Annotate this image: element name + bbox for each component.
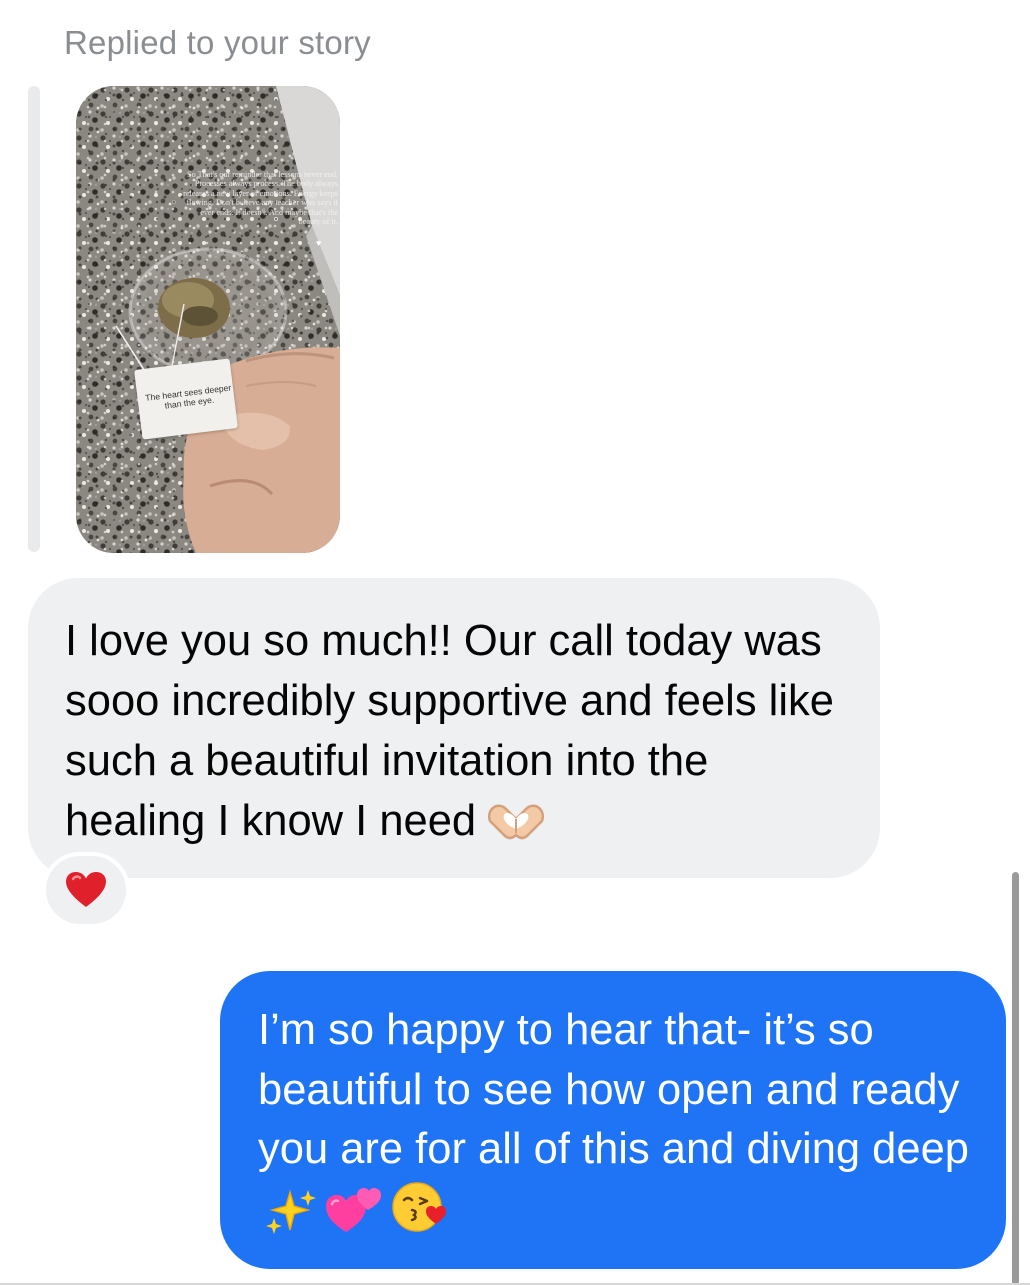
outgoing-message-bubble[interactable]: I’m so happy to hear that- it’s so beaut… (220, 971, 1006, 1269)
reply-indicator-bar (28, 86, 40, 552)
face-blowing-kiss-icon (392, 1180, 446, 1251)
red-heart-icon (66, 872, 106, 907)
story-reply-header: Replied to your story (64, 24, 371, 61)
tea-tag-text: The heart sees deeper than the eye. (144, 382, 232, 411)
outgoing-message-text: I’m so happy to hear that- it’s so beaut… (258, 1006, 969, 1173)
two-hearts-icon (324, 1184, 384, 1251)
heart-hands-icon (484, 797, 548, 857)
story-thumbnail[interactable]: So That's our reminder that lessons neve… (76, 86, 340, 553)
small-heart-icon: ♥ (316, 238, 322, 248)
tea-tag-card: The heart sees deeper than the eye. (134, 358, 238, 440)
sparkles-icon (266, 1188, 316, 1251)
story-photo (76, 86, 340, 553)
scrollbar[interactable] (1012, 872, 1019, 1285)
incoming-message-text: I love you so much!! Our call today was … (65, 617, 834, 845)
incoming-message-bubble[interactable]: I love you so much!! Our call today was … (28, 578, 880, 878)
story-overlay-text: So That's our reminder that lessons neve… (183, 170, 338, 227)
heart-reaction[interactable] (42, 852, 130, 928)
message-thread: Replied to your story So That's our remi… (0, 0, 1030, 1285)
